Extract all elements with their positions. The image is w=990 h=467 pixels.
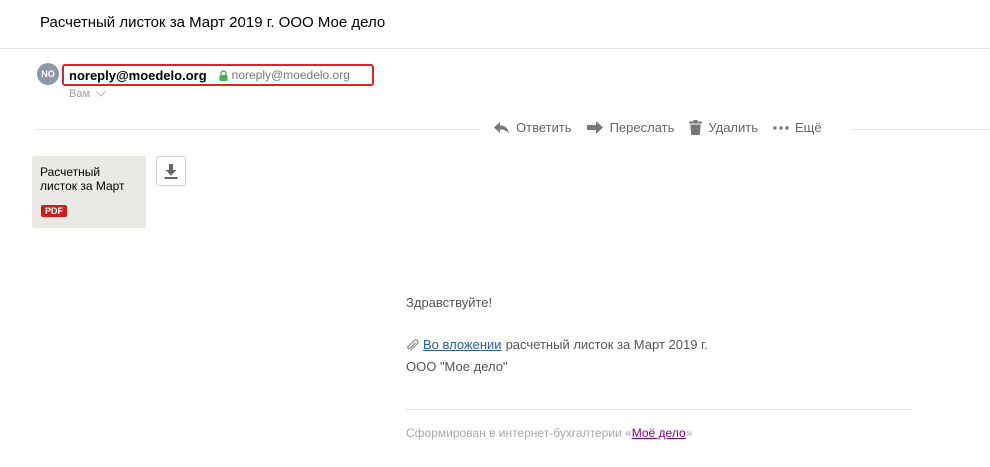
sender-highlight: noreply@moedelo.org noreply@moedelo.org — [62, 64, 374, 86]
body-line-2: ООО "Мое дело" — [406, 359, 508, 374]
sender-email[interactable]: noreply@moedelo.org — [232, 68, 350, 82]
greeting: Здравствуйте! — [406, 295, 493, 310]
footer-link[interactable]: Моё дело — [632, 426, 686, 440]
body-line-1-text: расчетный листок за Март 2019 г. — [505, 337, 708, 352]
forward-icon — [586, 121, 603, 134]
forward-button[interactable]: Переслать — [586, 120, 675, 135]
body-line-1: Во вложении расчетный листок за Март 201… — [406, 337, 708, 352]
more-button[interactable]: Ещё — [773, 120, 822, 135]
download-button[interactable] — [156, 156, 186, 186]
lock-icon — [219, 69, 228, 81]
message-subject: Расчетный листок за Март 2019 г. ООО Мое… — [40, 14, 386, 31]
more-dots-icon — [773, 125, 789, 130]
chevron-down-icon — [96, 91, 106, 97]
sender-avatar[interactable]: NO — [37, 63, 59, 85]
sender-name[interactable]: noreply@moedelo.org — [69, 68, 207, 83]
reply-icon — [494, 121, 509, 134]
delete-label: Удалить — [708, 120, 759, 135]
download-icon — [164, 163, 178, 179]
footer-suffix: » — [685, 426, 693, 440]
recipient-toggle[interactable]: Вам — [69, 88, 106, 100]
reply-label: Ответить — [516, 120, 572, 135]
forward-label: Переслать — [609, 120, 675, 135]
recipient-label: Вам — [69, 88, 91, 100]
actions-divider-right — [852, 129, 990, 130]
attachment-link[interactable]: Во вложении — [423, 337, 502, 352]
pdf-badge: PDF — [41, 205, 67, 217]
attachment-card[interactable]: Расчетный листок за Март PDF — [32, 156, 146, 228]
reply-button[interactable]: Ответить — [493, 120, 572, 135]
attachment-name: Расчетный листок за Март — [40, 165, 125, 193]
trash-icon — [689, 120, 703, 135]
paperclip-icon — [407, 338, 419, 351]
footer-note: Сформирован в интернет-бухгалтерии «Моё … — [406, 426, 692, 440]
footer-prefix: Сформирован в интернет-бухгалтерии « — [406, 426, 632, 440]
message-actions: Ответить Переслать Удалить Ещё — [493, 120, 822, 135]
actions-divider-left — [35, 129, 480, 130]
header-divider — [0, 48, 990, 49]
delete-button[interactable]: Удалить — [689, 120, 758, 135]
more-label: Ещё — [795, 120, 822, 135]
body-divider — [406, 409, 912, 410]
